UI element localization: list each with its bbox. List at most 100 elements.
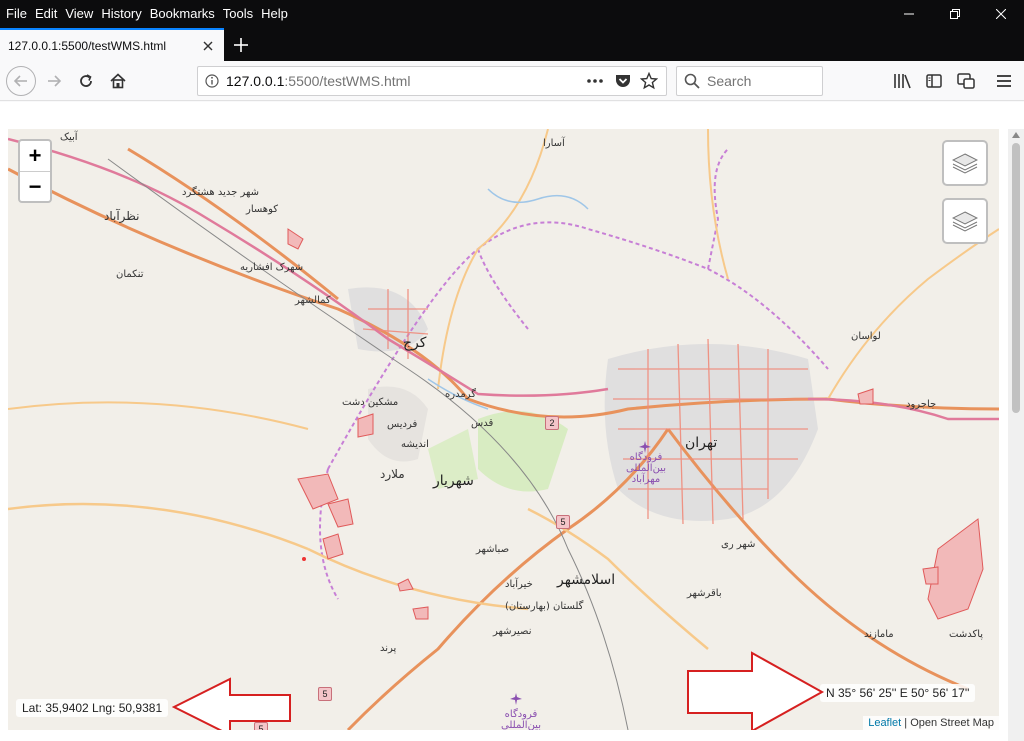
home-icon <box>110 73 126 89</box>
right-arrow-annotation <box>687 651 825 730</box>
tab-close-button[interactable] <box>196 34 220 58</box>
place-label: تهران <box>685 435 718 451</box>
url-path: :5500/testWMS.html <box>284 73 411 89</box>
synced-tabs-icon <box>957 73 975 89</box>
place-label: قدس <box>471 418 494 429</box>
scrollbar-thumb[interactable] <box>1012 143 1020 413</box>
minimize-icon <box>904 13 914 15</box>
road-shield: 2 <box>545 416 559 430</box>
attribution-text: Open Street Map <box>910 717 994 729</box>
library-icon <box>894 74 911 89</box>
open-menu-button[interactable] <box>990 67 1018 95</box>
place-label: جاجرود <box>906 399 937 410</box>
place-label: شهرک افشاریه <box>240 262 304 273</box>
tab-testwms[interactable]: 127.0.0.1:5500/testWMS.html <box>0 28 224 61</box>
dms-position-control: N 35° 56' 25'' E 50° 56' 17'' <box>820 684 976 702</box>
page-actions-icon[interactable] <box>586 72 604 93</box>
map-attribution: Leaflet | Open Street Map <box>863 716 999 730</box>
place-label: کرج <box>403 335 427 351</box>
layer-switcher-button[interactable] <box>942 140 988 186</box>
info-icon[interactable] <box>198 74 226 88</box>
restore-icon <box>950 9 960 19</box>
url-bar[interactable]: 127.0.0.1:5500/testWMS.html <box>197 66 667 96</box>
place-label: ملارد <box>380 467 405 481</box>
new-tab-button[interactable] <box>228 28 254 61</box>
place-label: پرند <box>380 643 397 654</box>
place-label: کمالشهر <box>295 295 331 306</box>
place-label: باقرشهر <box>687 588 722 599</box>
scroll-up-arrow-icon <box>1012 132 1020 138</box>
place-label: لواسان <box>851 331 881 342</box>
place-label: شهر جدید هشتگرد <box>182 187 260 198</box>
menu-history[interactable]: History <box>98 4 144 24</box>
zoom-in-button[interactable]: + <box>20 141 50 171</box>
place-label: آسارا <box>543 138 565 149</box>
search-icon <box>677 73 707 89</box>
place-label: نصیرشهر <box>493 626 532 637</box>
place-label: کوهسار <box>246 204 278 215</box>
menu-edit[interactable]: Edit <box>32 4 60 24</box>
place-label: تنکمان <box>116 269 144 280</box>
tab-title: 127.0.0.1:5500/testWMS.html <box>8 38 167 53</box>
place-label: خیرآباد <box>505 579 533 590</box>
place-label: فردیس <box>387 419 418 430</box>
close-icon <box>203 41 213 50</box>
library-button[interactable] <box>888 67 916 95</box>
reload-icon <box>80 74 92 87</box>
sidebar-button[interactable] <box>920 67 948 95</box>
back-button[interactable] <box>6 66 36 96</box>
place-label: مامازند <box>864 629 894 640</box>
place-label: شهر ری <box>721 539 756 550</box>
url-host: 127.0.0.1 <box>226 73 285 89</box>
menu-bookmarks[interactable]: Bookmarks <box>147 4 218 24</box>
place-label: نظرآباد <box>104 209 140 223</box>
home-button[interactable] <box>104 67 132 95</box>
close-icon <box>996 9 1006 19</box>
airport-label: فرودگاه بین‌المللی مهرآباد <box>626 452 666 485</box>
airport-icon <box>639 441 651 453</box>
mouse-position-control: Lat: 35,9402 Lng: 50,9381 <box>16 699 169 717</box>
close-window-button[interactable] <box>978 0 1024 28</box>
leaflet-link[interactable]: Leaflet <box>868 717 901 729</box>
vertical-scrollbar[interactable] <box>1008 129 1024 741</box>
place-label: شهریار <box>433 473 474 489</box>
place-label: پاکدشت <box>949 629 984 640</box>
place-label: گرمدره <box>445 389 476 400</box>
place-label: اندیشه <box>401 439 429 450</box>
pocket-icon[interactable] <box>614 72 632 93</box>
overlay-switcher-button[interactable] <box>942 198 988 244</box>
map-tiles <box>8 129 999 730</box>
map-canvas[interactable]: آبیک آسارا شهر جدید هشتگرد کوهسار نظرآبا… <box>8 129 999 730</box>
zoom-control: + − <box>18 139 52 203</box>
menu-view[interactable]: View <box>62 4 96 24</box>
airport-icon <box>510 693 522 705</box>
road-shield: 5 <box>556 515 570 529</box>
page-content: آبیک آسارا شهر جدید هشتگرد کوهسار نظرآبا… <box>0 102 1024 741</box>
attribution-separator: | <box>901 717 911 729</box>
place-label: صباشهر <box>476 544 510 555</box>
layers-icon <box>952 153 978 174</box>
search-bar[interactable]: Search <box>676 66 823 96</box>
restore-button[interactable] <box>932 0 978 28</box>
synced-tabs-button[interactable] <box>952 67 980 95</box>
forward-button[interactable] <box>40 67 68 95</box>
navigation-toolbar: 127.0.0.1:5500/testWMS.html Search <box>0 61 1024 101</box>
minimize-button[interactable] <box>886 0 932 28</box>
road-shield: 5 <box>318 687 332 701</box>
menu-help[interactable]: Help <box>258 4 291 24</box>
reload-button[interactable] <box>72 67 100 95</box>
place-label: اسلامشهر <box>557 572 616 588</box>
bookmark-star-icon[interactable] <box>639 71 659 93</box>
back-arrow-icon <box>13 75 27 87</box>
menu-tools[interactable]: Tools <box>220 4 256 24</box>
menu-file[interactable]: File <box>3 4 30 24</box>
forward-arrow-icon <box>48 75 62 87</box>
place-label: مشکین دشت <box>342 397 399 408</box>
left-arrow-annotation <box>172 677 291 730</box>
zoom-out-button[interactable]: − <box>20 171 50 201</box>
menu-bar: File Edit View History Bookmarks Tools H… <box>0 0 1024 28</box>
layers-icon <box>952 211 978 232</box>
tab-strip: 127.0.0.1:5500/testWMS.html <box>0 28 1024 61</box>
plus-icon <box>234 37 248 52</box>
place-label: آبیک <box>60 132 78 143</box>
